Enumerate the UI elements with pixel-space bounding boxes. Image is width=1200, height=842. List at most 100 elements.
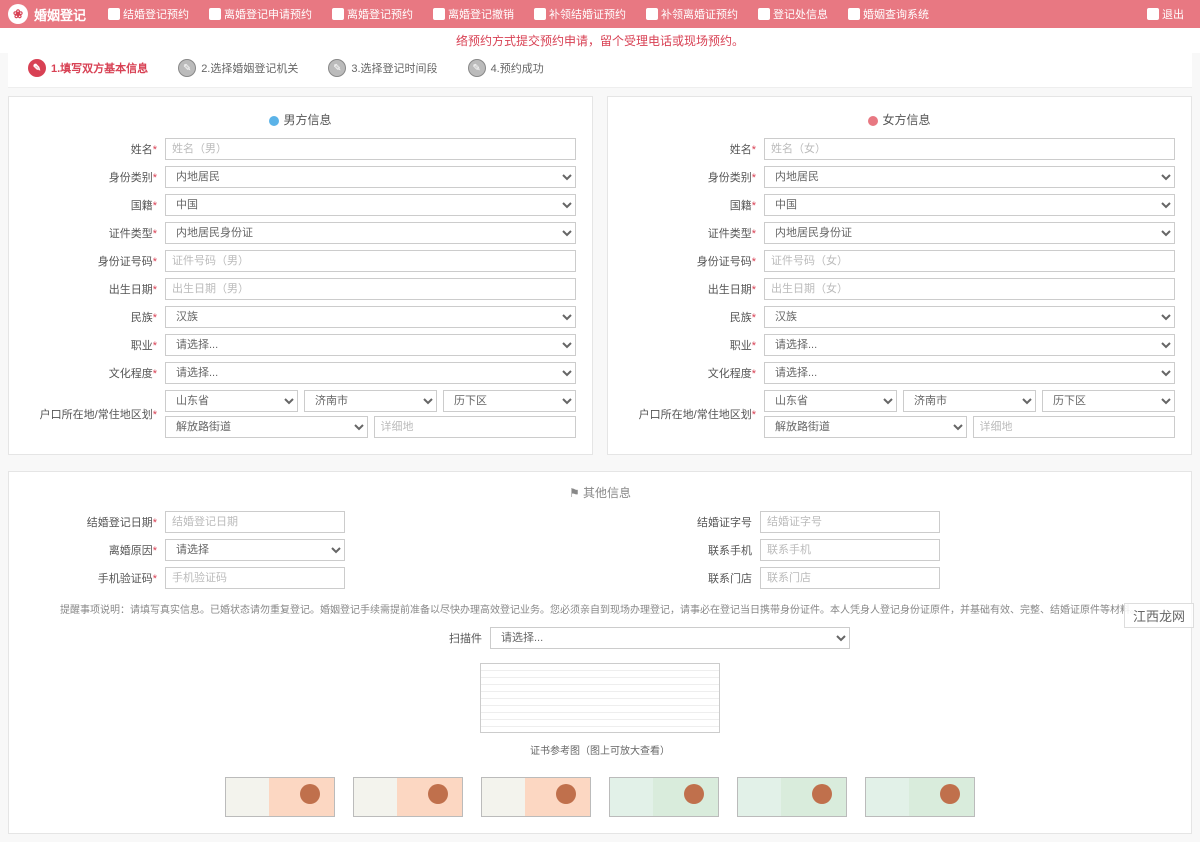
male-icon xyxy=(269,116,279,126)
female-name-input[interactable] xyxy=(764,138,1175,160)
nav-label: 离婚登记预约 xyxy=(347,6,413,22)
nav-divorce-apply[interactable]: 离婚登记申请预约 xyxy=(201,2,320,26)
label-contactname: 联系门店 xyxy=(708,573,752,585)
male-province-select[interactable]: 山东省 xyxy=(165,390,298,412)
top-nav-bar: ❀ 婚姻登记 结婚登记预约 离婚登记申请预约 离婚登记预约 离婚登记撤销 补领结… xyxy=(0,0,1200,28)
certno2-input[interactable] xyxy=(760,511,940,533)
required-mark: * xyxy=(153,200,157,212)
required-mark: * xyxy=(752,340,756,352)
step-indicator: ✎1.填写双方基本信息 ✎2.选择婚姻登记机关 ✎3.选择登记时间段 ✎4.预约… xyxy=(8,53,1192,88)
nav-divorce-reg[interactable]: 离婚登记预约 xyxy=(324,2,421,26)
male-panel-title: 男方信息 xyxy=(25,107,576,138)
female-certno-input[interactable] xyxy=(764,250,1175,272)
doc-thumb-6[interactable] xyxy=(865,777,975,817)
nav-office-info[interactable]: 登记处信息 xyxy=(750,2,836,26)
male-birth-input[interactable] xyxy=(165,278,576,300)
required-mark: * xyxy=(153,312,157,324)
label-job: 职业 xyxy=(730,340,752,352)
male-certtype-select[interactable]: 内地居民身份证 xyxy=(165,222,576,244)
female-nation-select[interactable]: 汉族 xyxy=(764,306,1175,328)
nav-label: 登记处信息 xyxy=(773,6,828,22)
label-edu: 文化程度 xyxy=(708,368,752,380)
doc-thumb-2[interactable] xyxy=(353,777,463,817)
male-city-select[interactable]: 济南市 xyxy=(304,390,437,412)
brand-title: 婚姻登记 xyxy=(34,5,86,24)
nav-reissue-divorce[interactable]: 补领离婚证预约 xyxy=(638,2,746,26)
nav-query-system[interactable]: 婚姻查询系统 xyxy=(840,2,937,26)
male-street-select[interactable]: 解放路街道 xyxy=(165,416,368,438)
doc-thumb-3[interactable] xyxy=(481,777,591,817)
female-province-select[interactable]: 山东省 xyxy=(764,390,897,412)
required-mark: * xyxy=(153,340,157,352)
male-name-input[interactable] xyxy=(165,138,576,160)
female-city-select[interactable]: 济南市 xyxy=(903,390,1036,412)
note-text: 提醒事项说明：请填写真实信息。已婚状态请勿重复登记。婚姻登记手续需提前准备以尽快… xyxy=(25,595,1175,627)
male-idtype-select[interactable]: 内地居民 xyxy=(165,166,576,188)
required-mark: * xyxy=(752,256,756,268)
nav-divorce-cancel[interactable]: 离婚登记撤销 xyxy=(425,2,522,26)
male-nation-select[interactable]: 汉族 xyxy=(165,306,576,328)
nav-label: 结婚登记预约 xyxy=(123,6,189,22)
contactname-input[interactable] xyxy=(760,567,940,589)
label-nation: 民族 xyxy=(730,312,752,324)
female-panel-title: 女方信息 xyxy=(624,107,1175,138)
nav-reissue-marriage[interactable]: 补领结婚证预约 xyxy=(526,2,634,26)
female-idtype-select[interactable]: 内地居民 xyxy=(764,166,1175,188)
cert-sample-area: 证书参考图（图上可放大查看） xyxy=(25,657,1175,769)
doc-thumb-1[interactable] xyxy=(225,777,335,817)
female-country-select[interactable]: 中国 xyxy=(764,194,1175,216)
upload-select[interactable]: 请选择... xyxy=(490,627,850,649)
male-country-select[interactable]: 中国 xyxy=(165,194,576,216)
label-certno: 身份证号码 xyxy=(98,256,153,268)
label-birth: 出生日期 xyxy=(708,284,752,296)
female-job-select[interactable]: 请选择... xyxy=(764,334,1175,356)
male-district-select[interactable]: 历下区 xyxy=(443,390,576,412)
cert-caption: 证书参考图（图上可放大查看） xyxy=(25,742,1175,757)
nav-icon xyxy=(433,8,445,20)
regdate-input[interactable] xyxy=(165,511,345,533)
nav-exit[interactable]: 退出 xyxy=(1139,2,1192,26)
phone-input[interactable] xyxy=(165,567,345,589)
regoffice-select[interactable]: 请选择 xyxy=(165,539,345,561)
nav-marriage-reg[interactable]: 结婚登记预约 xyxy=(100,2,197,26)
label-idtype: 身份类别 xyxy=(109,172,153,184)
label-edu: 文化程度 xyxy=(109,368,153,380)
male-edu-select[interactable]: 请选择... xyxy=(165,362,576,384)
required-mark: * xyxy=(752,172,756,184)
label-phone: 手机验证码 xyxy=(98,573,153,585)
female-village-input[interactable] xyxy=(973,416,1176,438)
label-name: 姓名 xyxy=(131,144,153,156)
required-mark: * xyxy=(153,409,157,421)
cert-sample-image[interactable] xyxy=(480,663,720,733)
label-birth: 出生日期 xyxy=(109,284,153,296)
male-village-input[interactable] xyxy=(374,416,577,438)
nav-label: 退出 xyxy=(1162,6,1184,22)
label-idtype: 身份类别 xyxy=(708,172,752,184)
required-mark: * xyxy=(752,368,756,380)
female-icon xyxy=(868,116,878,126)
step-1: ✎1.填写双方基本信息 xyxy=(28,59,148,77)
doc-thumb-5[interactable] xyxy=(737,777,847,817)
contact-input[interactable] xyxy=(760,539,940,561)
required-mark: * xyxy=(153,545,157,557)
step-label: 3.选择登记时间段 xyxy=(351,60,437,76)
female-edu-select[interactable]: 请选择... xyxy=(764,362,1175,384)
notice-text: 络预约方式提交预约申请，留个受理电话或现场预约。 xyxy=(0,28,1200,53)
label-hukou: 户口所在地/常住地区划 xyxy=(40,409,153,421)
label-name: 姓名 xyxy=(730,144,752,156)
female-district-select[interactable]: 历下区 xyxy=(1042,390,1175,412)
label-regdate: 结婚登记日期 xyxy=(87,517,153,529)
required-mark: * xyxy=(153,573,157,585)
female-birth-input[interactable] xyxy=(764,278,1175,300)
female-street-select[interactable]: 解放路街道 xyxy=(764,416,967,438)
male-certno-input[interactable] xyxy=(165,250,576,272)
nav-label: 婚姻查询系统 xyxy=(863,6,929,22)
female-certtype-select[interactable]: 内地居民身份证 xyxy=(764,222,1175,244)
doc-thumb-4[interactable] xyxy=(609,777,719,817)
male-job-select[interactable]: 请选择... xyxy=(165,334,576,356)
step-3: ✎3.选择登记时间段 xyxy=(328,59,437,77)
required-mark: * xyxy=(752,228,756,240)
label-job: 职业 xyxy=(131,340,153,352)
other-info-panel: ⚑ 其他信息 结婚登记日期* 离婚原因*请选择 手机验证码* 结婚证字号 联系手… xyxy=(8,471,1192,834)
required-mark: * xyxy=(153,517,157,529)
